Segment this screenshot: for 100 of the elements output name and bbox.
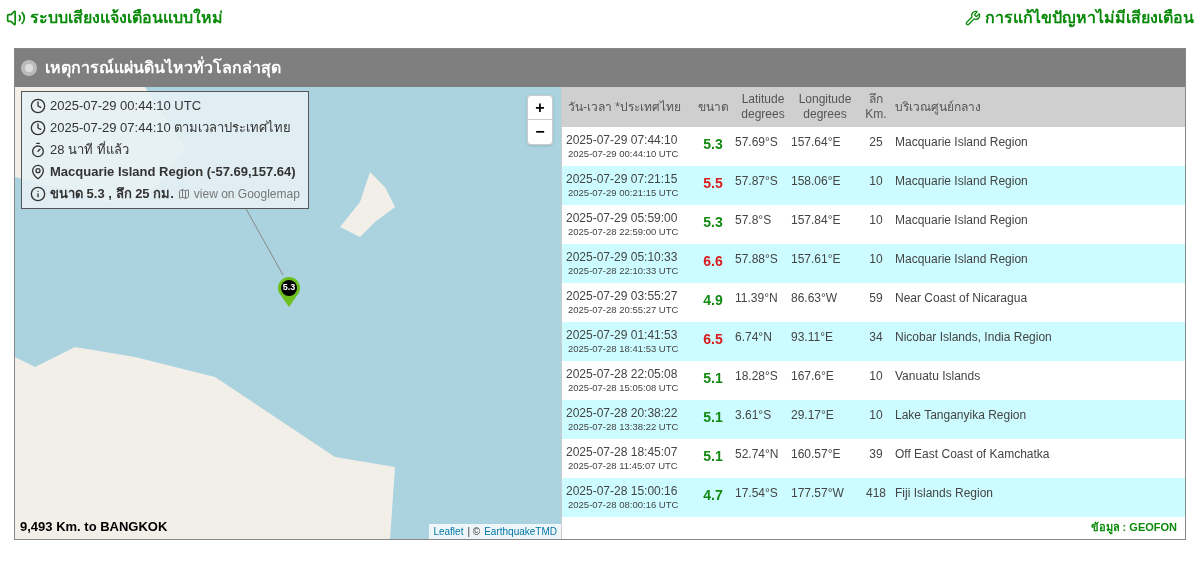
latitude-cell-text: 57.87°S (735, 173, 779, 190)
longitude-cell-text: 177.57°W (791, 485, 845, 502)
quake-row[interactable]: 2025-07-28 20:38:22 2025-07-28 13:38:22 UTC 5.1 3.61°S 29.17°E 10 Lake Tanganyika Region (562, 400, 1185, 439)
magnitude-cell-text: 5.3 (702, 135, 724, 154)
quake-row[interactable]: 2025-07-28 15:00:16 2025-07-28 08:00:16 UTC 4.7 17.54°S 177.57°W 418 Fiji Islands Region (562, 478, 1185, 517)
latitude-cell-text: 52.74°N (735, 446, 780, 463)
depth-cell-text: 10 (868, 173, 884, 190)
local-time-cell: 2025-07-28 22:05:08 (566, 367, 678, 382)
panel-title: เหตุการณ์แผ่นดินไหวทั่วโลกล่าสุด (45, 56, 281, 80)
distance-label: 9,493 Km. to BANGKOK (20, 517, 168, 536)
local-time-cell: 2025-07-28 20:38:22 (566, 406, 678, 421)
utc-time-cell-text: 2025-07-28 22:59:00 UTC (567, 226, 679, 238)
region-cell-text: Nicobar Islands, India Region (894, 329, 1053, 346)
info-text: Macquarie Island Region (-57.69,157.64) (50, 163, 296, 181)
attribution-text: | © (467, 525, 481, 539)
source-link[interactable]: EarthquakeTMD (484, 524, 557, 539)
utc-time-cell-text: 2025-07-28 20:55:27 UTC (567, 304, 679, 316)
longitude-cell-text: 167.6°E (791, 368, 835, 385)
info-text: ขนาด 5.3 , ลึก 25 กม. (50, 185, 174, 203)
magnitude-cell-text: 6.6 (702, 252, 724, 271)
marker-label: 5.3 (281, 280, 297, 296)
longitude-cell-text: 160.57°E (791, 446, 842, 463)
utc-time-cell-text: 2025-07-28 13:38:22 UTC (567, 421, 679, 433)
sound-alert-link[interactable]: ระบบเสียงแจ้งเตือนแบบใหม่ (6, 6, 223, 30)
region-cell-text: Macquarie Island Region (894, 173, 1029, 190)
depth-cell-text: 25 (868, 134, 884, 151)
latitude-cell-text: 6.74°N (735, 329, 773, 346)
region-cell-text: Lake Tanganyika Region (894, 407, 1028, 424)
column-header: Latitude degrees (740, 92, 786, 122)
leaflet-link[interactable]: Leaflet (433, 524, 464, 539)
latitude-cell-text: 11.39°N (735, 290, 779, 307)
longitude-cell-text: 29.17°E (791, 407, 835, 424)
info-text: 2025-07-29 07:44:10 ตามเวลาประเทศไทย (50, 119, 292, 137)
utc-time-cell-text: 2025-07-29 00:21:15 UTC (567, 187, 679, 199)
depth-cell-text: 59 (868, 290, 884, 307)
local-time-cell: 2025-07-28 15:00:16 (566, 484, 678, 499)
googlemap-link[interactable]: view on Googlemap (177, 183, 300, 205)
depth-cell-text: 10 (868, 368, 884, 385)
island (340, 172, 395, 237)
magnitude-cell-text: 5.3 (702, 213, 724, 232)
latitude-cell-text: 57.69°S (735, 134, 779, 151)
map-icon (177, 188, 190, 200)
longitude-cell-text: 86.63°W (791, 290, 839, 307)
magnitude-cell-text: 5.5 (702, 174, 724, 193)
utc-time-cell-text: 2025-07-28 22:10:33 UTC (567, 265, 679, 277)
column-header: ขนาด (696, 99, 730, 115)
clock-icon (30, 98, 46, 114)
stopwatch-icon (30, 142, 46, 158)
magnitude-cell-text: 5.1 (702, 447, 724, 466)
local-time-cell: 2025-07-28 18:45:07 (566, 445, 678, 460)
magnitude-cell-text: 4.7 (702, 486, 724, 505)
local-time-cell: 2025-07-29 05:59:00 (566, 211, 678, 226)
info-icon (30, 186, 46, 202)
region-cell-text: Off East Coast of Kamchatka (894, 446, 1051, 463)
utc-time-cell-text: 2025-07-28 11:45:07 UTC (567, 460, 678, 472)
info-text: 28 นาที ที่แล้ว (50, 140, 129, 159)
clock-icon (30, 120, 46, 136)
latitude-cell-text: 57.8°S (735, 212, 773, 229)
column-header: วัน-เวลา *ประเทศไทย (567, 99, 682, 115)
info-text: 2025-07-29 00:44:10 UTC (50, 97, 202, 115)
utc-time-cell-text: 2025-07-29 00:44:10 UTC (567, 148, 679, 160)
region-cell-text: Vanuatu Islands (894, 368, 982, 385)
depth-cell-text: 418 (865, 485, 887, 502)
depth-cell-text: 34 (868, 329, 884, 346)
zoom-in-button[interactable]: + (528, 96, 552, 120)
column-header: Longitude degrees (797, 92, 853, 122)
latitude-cell-text: 3.61°S (735, 407, 773, 424)
depth-cell-text: 10 (868, 251, 884, 268)
local-time-cell: 2025-07-29 05:10:33 (566, 250, 678, 265)
zoom-out-button[interactable]: − (528, 120, 552, 144)
latitude-cell-text: 17.54°S (735, 485, 779, 502)
wrench-icon (965, 10, 981, 26)
location-pin-icon (30, 164, 46, 180)
region-cell-text: Macquarie Island Region (894, 251, 1029, 268)
depth-cell-text: 10 (868, 212, 884, 229)
magnitude-cell-text: 4.9 (702, 291, 724, 310)
utc-time-cell-text: 2025-07-28 18:41:53 UTC (567, 343, 679, 355)
latitude-cell-text: 18.28°S (735, 368, 779, 385)
data-source-label: ข้อมูล : GEOFON (1090, 520, 1177, 536)
quake-row[interactable]: 2025-07-29 07:21:15 2025-07-29 00:21:15 UTC 5.5 57.87°S 158.06°E 10 Macquarie Island Region (562, 166, 1185, 205)
magnitude-cell-text: 6.5 (702, 330, 724, 349)
speaker-icon (6, 8, 26, 28)
longitude-cell-text: 93.11°E (791, 329, 834, 346)
depth-cell-text: 39 (868, 446, 884, 463)
region-cell-text: Fiji Islands Region (894, 485, 995, 502)
magnitude-cell-text: 5.1 (702, 408, 724, 427)
region-cell-text: Macquarie Island Region (894, 134, 1029, 151)
longitude-cell-text: 157.61°E (791, 251, 842, 268)
quake-row[interactable]: 2025-07-29 05:10:33 2025-07-28 22:10:33 UTC 6.6 57.88°S 157.61°E 10 Macquarie Island Region (562, 244, 1185, 283)
track-line (244, 206, 284, 276)
local-time-cell: 2025-07-29 07:21:15 (566, 172, 678, 187)
magnitude-cell-text: 5.1 (702, 369, 724, 388)
local-time-cell: 2025-07-29 07:44:10 (566, 133, 678, 148)
region-cell-text: Near Coast of Nicaragua (894, 290, 1029, 307)
longitude-cell-text: 157.64°E (791, 134, 842, 151)
region-cell-text: Macquarie Island Region (894, 212, 1029, 229)
quake-row[interactable]: 2025-07-29 01:41:53 2025-07-28 18:41:53 UTC 6.5 6.74°N 93.11°E 34 Nicobar Islands, India Region (562, 322, 1185, 361)
map[interactable] (15, 87, 561, 539)
depth-cell-text: 10 (868, 407, 884, 424)
no-sound-help-link[interactable]: การแก้ไขปัญหาไม่มีเสียงเตือน (965, 6, 1194, 30)
